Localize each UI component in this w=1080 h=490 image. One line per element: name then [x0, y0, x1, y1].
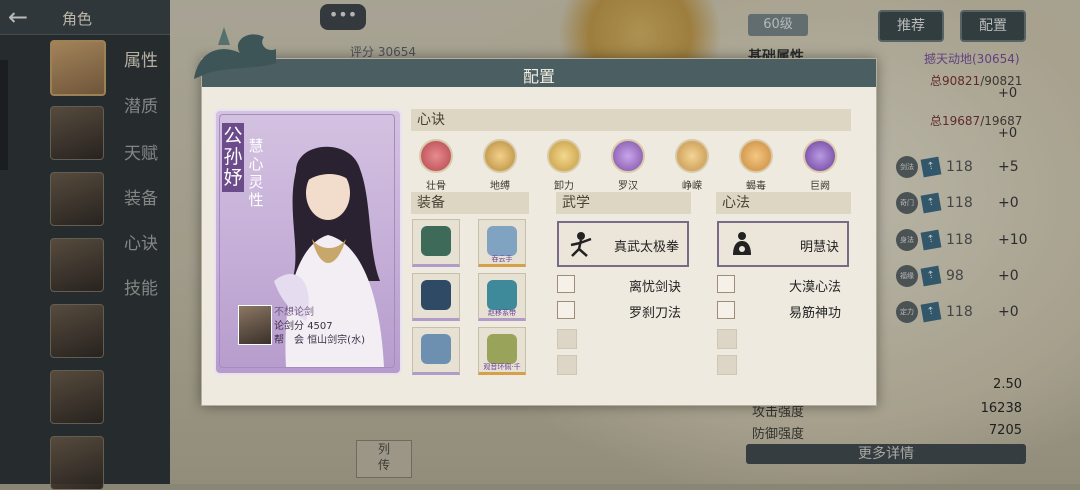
- equipment-slot[interactable]: 吞云手: [478, 219, 526, 267]
- guild-name: 恒山剑宗(水): [307, 335, 365, 346]
- character-card: 公孙妤 慧心灵性 不想论剑 论剑分 4507 帮 会 恒山剑宗(水): [214, 109, 402, 375]
- sub-skill-name: 易筋神功: [788, 306, 841, 321]
- meditation-icon: [733, 232, 751, 255]
- xinjue-orb-icon: [547, 139, 581, 173]
- xinjue-label: 巨阙: [810, 181, 830, 192]
- sub-skill-name: 大漠心法: [788, 280, 841, 295]
- xinjue-item[interactable]: 罗汉: [606, 139, 650, 195]
- blade-skill-icon: [557, 301, 575, 319]
- xinjue-orb-icon: [739, 139, 773, 173]
- character-trait: 慧心灵性: [248, 137, 264, 209]
- main-skill-name: 真武太极拳: [613, 240, 679, 255]
- xinjue-label: 卸力: [554, 181, 574, 192]
- xinjue-label: 壮骨: [426, 181, 446, 192]
- xinjue-item[interactable]: 地缚: [478, 139, 522, 195]
- xinjue-item[interactable]: 壮骨: [414, 139, 458, 195]
- sub-inner-skill[interactable]: 易筋神功: [717, 301, 849, 321]
- equipment-section-title: 装备: [411, 192, 529, 214]
- xinjue-orb-icon: [675, 139, 709, 173]
- avatar: [238, 305, 272, 345]
- equipment-label: 吞云手: [491, 255, 513, 263]
- sword-skill-icon: [557, 275, 575, 293]
- equipment-slot[interactable]: [412, 327, 460, 375]
- player-info: 不想论剑 论剑分 4507 帮 会 恒山剑宗(水): [238, 303, 388, 347]
- xinjue-label: 地缚: [490, 181, 510, 192]
- modal-title: 配置: [522, 67, 555, 86]
- xinjue-orb-icon: [803, 139, 837, 173]
- sub-skill-name: 离忧剑诀: [628, 280, 681, 295]
- glove-icon: [487, 226, 517, 256]
- equipment-slot[interactable]: [412, 219, 460, 267]
- empty-skill-slot[interactable]: [717, 355, 737, 375]
- xinjue-item[interactable]: 卸力: [542, 139, 586, 195]
- empty-skill-slot[interactable]: [557, 355, 577, 375]
- equipment-slot[interactable]: 赵移系带: [478, 273, 526, 321]
- xinjue-item[interactable]: 蝎毒: [734, 139, 778, 195]
- modal-header: 配置: [202, 59, 876, 87]
- cloud-ornament-icon: [194, 27, 276, 79]
- equipment-slot[interactable]: 观音环佩·千: [478, 327, 526, 375]
- equipment-label: 赵移系带: [488, 309, 516, 317]
- xinjue-orb-icon: [483, 139, 517, 173]
- xinfa-section-title: 心法: [716, 192, 851, 214]
- player-name: 不想论剑: [274, 307, 314, 318]
- xinjue-orb-icon: [611, 139, 645, 173]
- player-guild: 帮 会 恒山剑宗(水): [274, 331, 365, 346]
- empty-skill-slot[interactable]: [717, 329, 737, 349]
- hat-icon: [421, 226, 451, 256]
- xinjue-label: 峥嵘: [682, 181, 702, 192]
- inner-art-icon: [717, 275, 735, 293]
- equipment-slot[interactable]: [412, 273, 460, 321]
- main-martial-skill[interactable]: 真武太极拳: [557, 221, 689, 267]
- player-score: 论剑分 4507: [274, 317, 333, 332]
- robe-icon: [421, 280, 451, 310]
- sub-inner-skill[interactable]: 大漠心法: [717, 275, 849, 295]
- character-name: 公孙妤: [222, 123, 244, 192]
- xinjue-orb-icon: [419, 139, 453, 173]
- xinjue-label: 罗汉: [618, 181, 638, 192]
- empty-skill-slot[interactable]: [557, 329, 577, 349]
- equipment-label: 观音环佩·千: [483, 363, 521, 371]
- xinjue-section-title: 心诀: [411, 109, 851, 131]
- sub-skill-name: 罗刹刀法: [628, 306, 681, 321]
- guild-label: 帮 会: [274, 335, 304, 346]
- main-skill-name: 明慧诀: [799, 240, 839, 255]
- main-inner-skill[interactable]: 明慧诀: [717, 221, 849, 267]
- sub-martial-skill[interactable]: 离忧剑诀: [557, 275, 689, 295]
- xinjue-item[interactable]: 巨阙: [798, 139, 842, 195]
- wuxue-section-title: 武学: [556, 192, 691, 214]
- martial-stance-icon: [570, 232, 592, 257]
- config-modal: 配置 公孙妤 慧心灵性 不想论剑 论剑分 4507 帮 会 恒山剑宗(水) 心诀…: [194, 27, 877, 406]
- boots-icon: [421, 334, 451, 364]
- sub-martial-skill[interactable]: 罗刹刀法: [557, 301, 689, 321]
- inner-art-icon: [717, 301, 735, 319]
- xinjue-item[interactable]: 峥嵘: [670, 139, 714, 195]
- pendant-icon: [487, 334, 517, 364]
- belt-icon: [487, 280, 517, 310]
- xinjue-label: 蝎毒: [746, 181, 766, 192]
